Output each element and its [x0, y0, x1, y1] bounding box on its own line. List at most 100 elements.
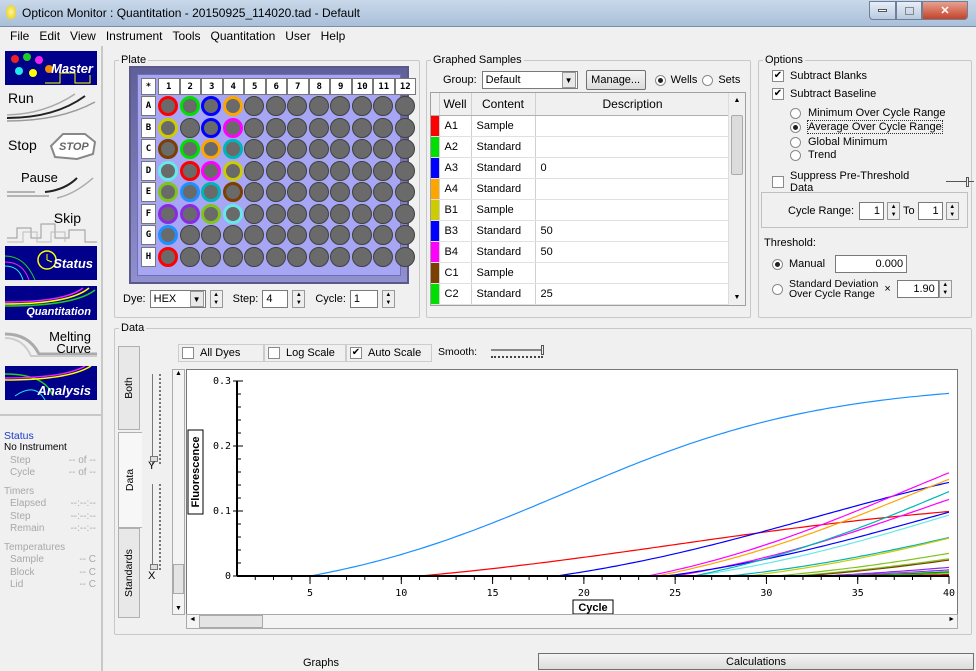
plate-row-header[interactable]: A [141, 96, 156, 116]
baseline-min-option[interactable]: Minimum Over Cycle Range [790, 107, 946, 119]
menu-tools[interactable]: Tools [168, 27, 206, 45]
plate-well-A8[interactable] [308, 96, 329, 116]
plate-well-G6[interactable] [265, 225, 286, 245]
plate-well-G9[interactable] [330, 225, 350, 245]
description-column-header[interactable]: Description [535, 93, 731, 116]
plate-well-G2[interactable] [179, 225, 200, 245]
plate-column-header[interactable]: 5 [244, 78, 266, 95]
plate-well-E3[interactable] [201, 182, 221, 202]
plate-well-D1[interactable] [158, 160, 178, 181]
plate-column-header[interactable]: 10 [351, 78, 373, 95]
well-column-header[interactable]: Well [439, 93, 472, 116]
plate-row-header[interactable]: H [141, 246, 156, 267]
plate-well-H2[interactable] [179, 246, 200, 267]
tab-both[interactable]: Both [118, 346, 140, 430]
plate-well-D8[interactable] [308, 160, 329, 181]
table-row[interactable]: A3 Standard 0 [431, 157, 731, 179]
plate-well-D6[interactable] [265, 160, 286, 181]
menu-quantitation[interactable]: Quantitation [206, 27, 281, 45]
plate-well-C4[interactable] [222, 139, 243, 159]
stddev-spinner[interactable]: ▲ ▼ [938, 280, 952, 298]
table-row[interactable]: A4 Standard [431, 178, 731, 200]
plate-well-G10[interactable] [351, 225, 372, 245]
plate-well-C1[interactable] [158, 139, 178, 159]
plate-well-E7[interactable] [287, 182, 307, 202]
plate-well-E9[interactable] [330, 182, 350, 202]
plate-well-D5[interactable] [244, 160, 264, 181]
baseline-trend-option[interactable]: Trend [790, 149, 836, 161]
dye-select[interactable]: HEX ▼ [149, 290, 206, 308]
plate-well-D9[interactable] [330, 160, 350, 181]
table-row[interactable]: C1 Sample [431, 262, 731, 284]
nav-run[interactable]: Run [5, 90, 97, 124]
maximize-button[interactable] [896, 1, 922, 20]
tab-standards[interactable]: Standards [118, 528, 140, 618]
plate-well-F3[interactable] [201, 203, 221, 224]
table-row[interactable]: A2 Standard [431, 136, 731, 158]
plate-well-G5[interactable] [244, 225, 264, 245]
scroll-down-icon[interactable]: ▼ [173, 605, 184, 612]
plate-column-header[interactable]: 12 [394, 78, 416, 95]
group-select[interactable]: Default ▼ [481, 71, 578, 89]
plate-well-F8[interactable] [308, 203, 329, 224]
y-scale-slider[interactable] [150, 374, 166, 470]
subtract-blanks-option[interactable]: ✔ Subtract Blanks [772, 70, 867, 82]
plate-well-F6[interactable] [265, 203, 286, 224]
scroll-down-icon[interactable]: ▼ [729, 294, 745, 301]
menu-user[interactable]: User [280, 27, 315, 45]
plate-column-header[interactable]: 7 [287, 78, 309, 95]
plate-well-E1[interactable] [158, 182, 178, 202]
plate-well-H8[interactable] [308, 246, 329, 267]
nav-stop[interactable]: STOP Stop [5, 128, 97, 162]
plate-well-C8[interactable] [308, 139, 329, 159]
plate-well-A6[interactable] [265, 96, 286, 116]
plate-row-header[interactable]: F [141, 203, 156, 224]
subtract-baseline-checkbox[interactable]: ✔ [772, 88, 784, 100]
plate-well-C10[interactable] [351, 139, 372, 159]
plate-well-C6[interactable] [265, 139, 286, 159]
manage-button[interactable]: Manage... [585, 70, 646, 90]
baseline-global-radio[interactable] [790, 136, 801, 148]
plate-well-F12[interactable] [394, 203, 415, 224]
plate-well-D12[interactable] [394, 160, 415, 181]
plate-well-B9[interactable] [330, 117, 350, 138]
baseline-avg-option[interactable]: Average Over Cycle Range [790, 120, 943, 134]
plate-well-H6[interactable] [265, 246, 286, 267]
plate-well-E4[interactable] [222, 182, 243, 202]
plate-well-C11[interactable] [373, 139, 393, 159]
stddev-input[interactable]: 1.90 [896, 280, 939, 298]
nav-melting-curve[interactable]: Melting Curve [5, 326, 97, 360]
plate-well-H4[interactable] [222, 246, 243, 267]
cycle-to-input[interactable]: 1 [917, 202, 943, 220]
menu-file[interactable]: File [5, 27, 34, 45]
plate-well-D11[interactable] [373, 160, 393, 181]
menu-help[interactable]: Help [316, 27, 351, 45]
plate-well-A3[interactable] [201, 96, 221, 116]
plate-well-F4[interactable] [222, 203, 243, 224]
plate-well-B12[interactable] [394, 117, 415, 138]
table-row[interactable]: B1 Sample [431, 199, 731, 221]
plate-well-D10[interactable] [351, 160, 372, 181]
plate-well-F5[interactable] [244, 203, 264, 224]
plate-column-header[interactable]: 3 [201, 78, 223, 95]
plate-well-B8[interactable] [308, 117, 329, 138]
plate-well-E10[interactable] [351, 182, 372, 202]
content-column-header[interactable]: Content [471, 93, 536, 116]
baseline-global-option[interactable]: Global Minimum [790, 136, 887, 148]
plate-column-header[interactable]: 1 [158, 78, 180, 95]
table-row[interactable]: B3 Standard 50 [431, 220, 731, 242]
plate-well-F10[interactable] [351, 203, 372, 224]
wells-radio[interactable] [654, 74, 666, 86]
close-button[interactable]: ✕ [922, 1, 968, 20]
nav-pause[interactable]: Pause [5, 170, 97, 204]
plate-well-G7[interactable] [287, 225, 307, 245]
plate-well-C12[interactable] [394, 139, 415, 159]
scroll-up-icon[interactable]: ▲ [173, 370, 184, 377]
plate-well-F1[interactable] [158, 203, 178, 224]
minimize-button[interactable] [869, 1, 896, 20]
tab-data[interactable]: Data [118, 432, 142, 528]
stddev-option[interactable]: Standard Deviation Over Cycle Range × 1.9… [772, 279, 952, 299]
plate-well-H5[interactable] [244, 246, 264, 267]
plate-well-F2[interactable] [179, 203, 200, 224]
chart-hscroll-thumb[interactable] [199, 615, 263, 628]
